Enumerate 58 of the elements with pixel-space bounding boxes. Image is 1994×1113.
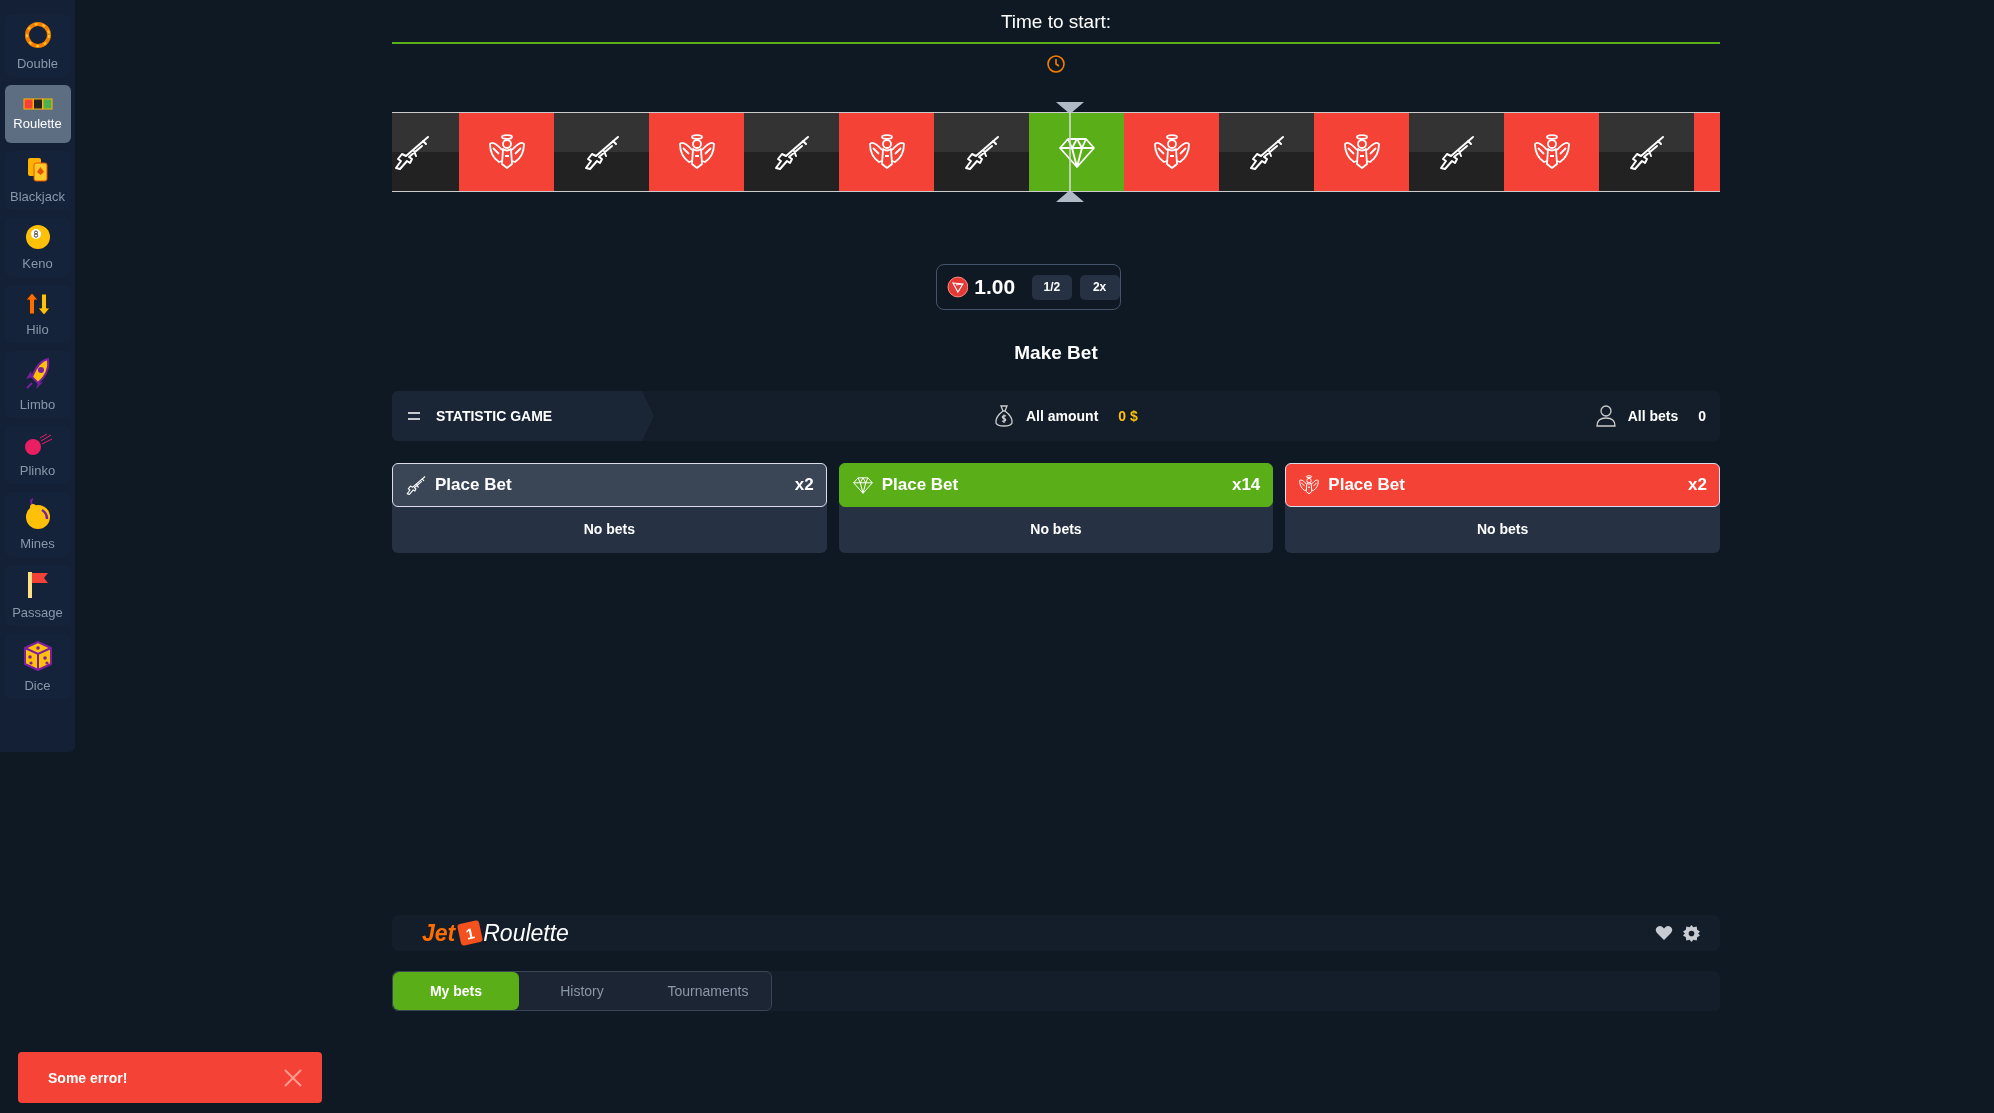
clock-icon [1046,54,1066,74]
bet-amount-field[interactable]: 1.00 1/2 2x [935,264,1121,310]
game-nav-item[interactable]: Plinko [4,426,71,484]
statistics-tab[interactable]: STATISTIC GAME [392,391,654,441]
menu-icon [408,411,420,421]
toast-message: Some error! [48,1069,128,1086]
bets-status: No bets [1029,520,1083,539]
game-nav-item[interactable]: Roulette [4,85,71,143]
tile-angel-icon [1531,132,1572,172]
tile-angel-icon [676,132,717,172]
ball-icon [22,432,53,457]
bets-count: 0 [1698,408,1706,424]
bets-status: No bets [1476,520,1530,539]
game-nav-item[interactable]: Double [4,14,71,77]
bets-label: All bets [1627,408,1679,424]
ball-icon [24,224,51,250]
game-nav-item[interactable]: Passage [4,565,71,626]
bet-diamond-icon [851,474,874,496]
game-nav-item[interactable]: Blackjack [4,151,71,210]
game-nav-item[interactable]: Mines [4,492,71,557]
place-bet-button[interactable]: Place Bet x2 [392,463,827,507]
logo-text: Roulette [483,919,569,947]
bet-angel-icon [1298,474,1321,496]
amount-label: All amount [1026,408,1099,424]
dice-icon [22,640,53,672]
amount-value: 0 $ [1118,408,1138,424]
tile-angel-icon [1341,132,1382,172]
game-nav-item[interactable]: Hilo [4,285,71,343]
rocket-icon [23,357,52,391]
tab[interactable]: Tournaments [645,972,771,1010]
bet-multiplier-button[interactable]: 2x [1079,274,1120,300]
coin-icon [946,276,969,298]
tile-angel-icon [1151,132,1192,172]
bet-multiplier-button[interactable]: 1/2 [1031,274,1072,300]
bet-rifle-icon [405,474,427,496]
place-bet-button[interactable]: Place Bet x2 [1285,463,1720,507]
section-heading: Make Bet [1014,342,1098,364]
logo-badge: 1 [457,919,484,947]
game-nav-item[interactable]: Limbo [4,351,71,418]
game-nav-item[interactable]: Dice [4,634,71,699]
tab[interactable]: History [519,972,645,1010]
tile-angel-icon [486,132,527,172]
flag-icon [25,571,50,599]
game-nav-item[interactable]: Keno [4,218,71,277]
user-icon [1595,405,1616,427]
place-bet-button[interactable]: Place Bet x14 [838,463,1274,507]
heart-icon[interactable] [1655,924,1673,941]
settings-icon[interactable] [1683,924,1700,942]
cards-icon [25,157,50,183]
tile-angel-icon [866,132,907,172]
countdown-label: Time to start: [1000,11,1112,33]
money-bag-icon [994,405,1014,427]
color-bars-icon [22,97,53,110]
ring-icon [22,20,53,50]
tab[interactable]: My bets [393,972,519,1010]
bets-status: No bets [582,520,636,539]
logo-text: Jet [422,919,456,947]
up-down-arrows-icon [24,291,51,316]
